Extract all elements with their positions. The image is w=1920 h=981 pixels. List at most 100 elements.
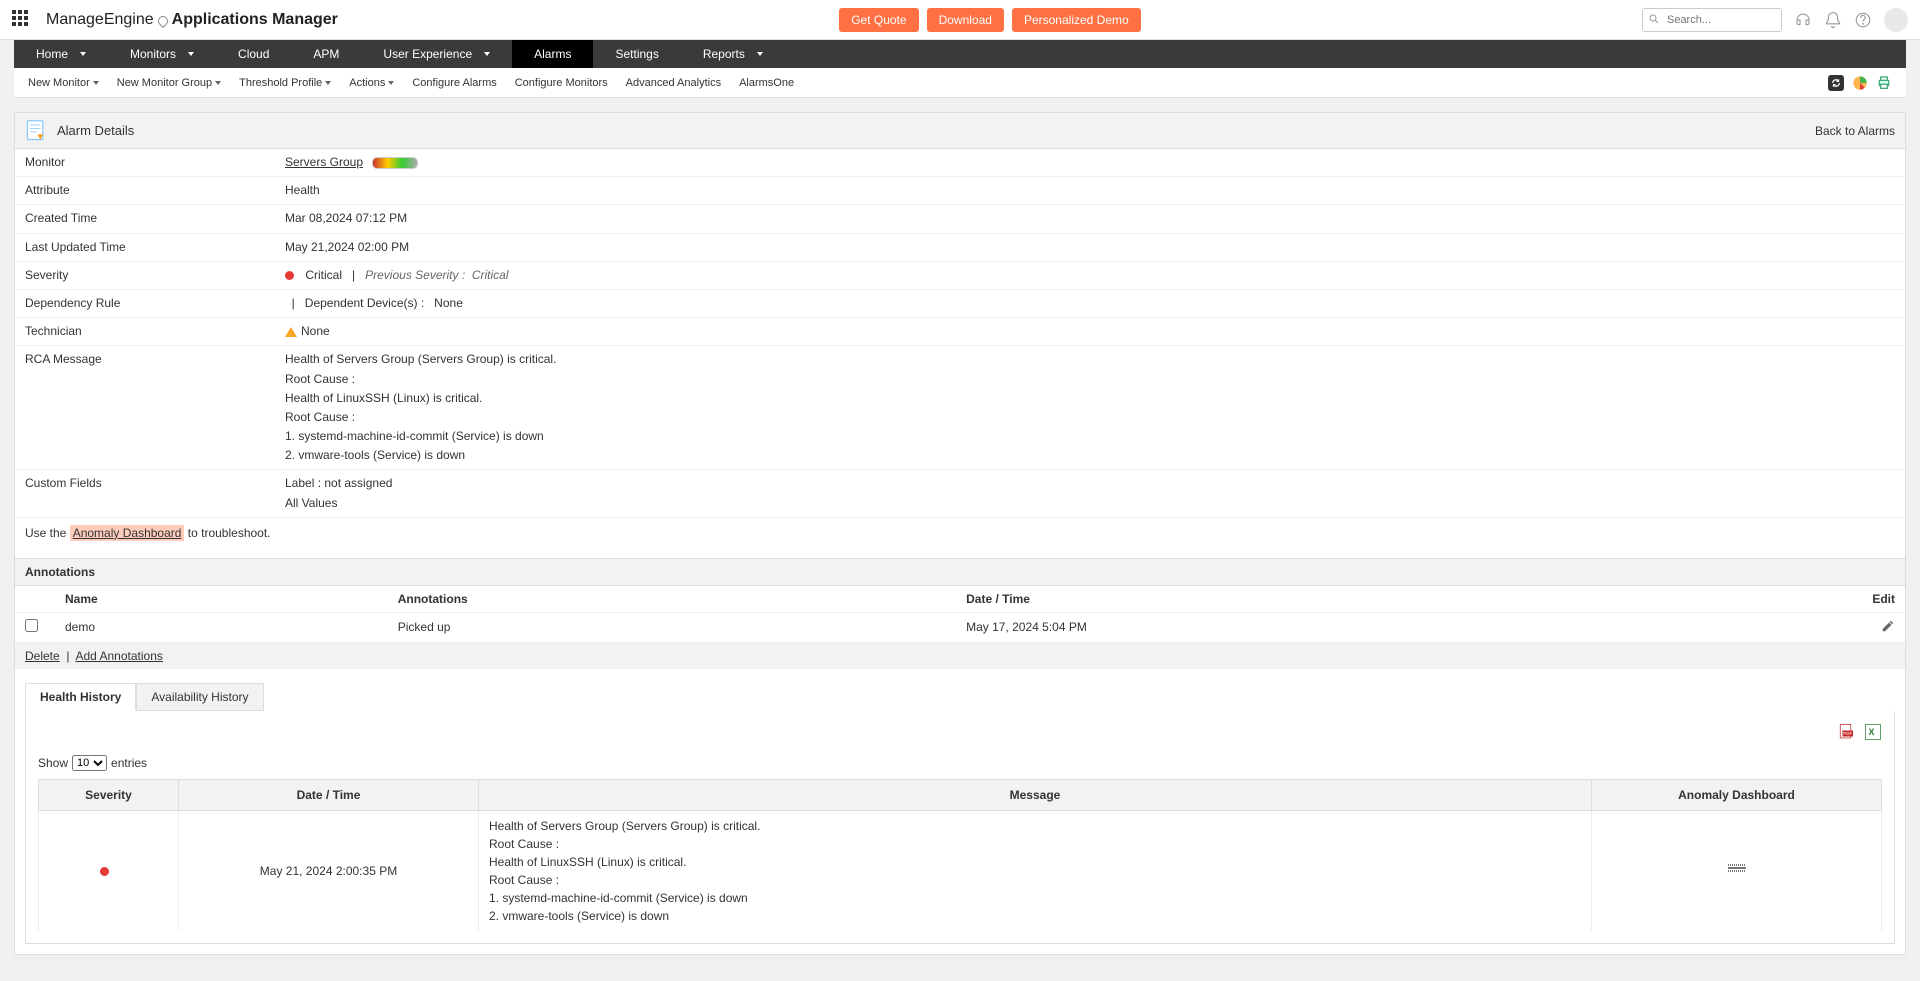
detail-value-severity: Critical | Previous Severity : Critical [285,266,1895,285]
detail-value-updated: May 21,2024 02:00 PM [285,238,1895,257]
chevron-down-icon [325,81,331,85]
annotations-table: Name Annotations Date / Time Edit demoPi… [15,586,1905,643]
col-datetime: Date / Time [956,586,1845,613]
warning-icon [285,327,297,337]
delete-annotation-link[interactable]: Delete [25,649,60,663]
add-annotation-link[interactable]: Add Annotations [75,649,162,663]
detail-label: Created Time [25,209,285,225]
nav-settings[interactable]: Settings [593,40,680,68]
chevron-down-icon [93,81,99,85]
monitor-link[interactable]: Servers Group [285,155,363,169]
tab-availability-history[interactable]: Availability History [136,683,263,711]
annotation-text: Picked up [388,612,956,642]
detail-value-monitor: Servers Group [285,153,1895,172]
detail-value-custom: Label : not assignedAll Values [285,474,1895,512]
chevron-down-icon [484,52,490,56]
brand-product: Applications Manager [172,11,338,29]
export-xls-icon[interactable]: X [1864,723,1882,741]
detail-value-attribute: Health [285,181,1895,200]
nav-apm[interactable]: APM [291,40,361,68]
nav-home[interactable]: Home [14,40,108,68]
history-datetime: May 21, 2024 2:00:35 PM [179,810,479,931]
annotations-header: Annotations [15,558,1905,586]
severity-critical-icon [100,867,109,876]
print-icon[interactable] [1876,75,1892,91]
subnav-configure-alarms[interactable]: Configure Alarms [412,77,496,89]
col-edit: Edit [1845,586,1905,613]
hist-col-anomaly: Anomaly Dashboard [1592,779,1882,810]
export-pdf-icon[interactable]: PDF [1838,723,1856,741]
chart-icon[interactable] [1852,75,1868,91]
search-icon [1648,13,1660,25]
svg-text:X: X [1869,727,1875,737]
chevron-down-icon [80,52,86,56]
anomaly-dashboard-icon[interactable] [1728,862,1746,876]
col-name: Name [55,586,388,613]
anomaly-pre-text: Use the [25,526,66,540]
detail-label: Dependency Rule [25,294,285,310]
search-box [1642,8,1782,32]
search-input[interactable] [1642,8,1782,32]
anomaly-hint: Use the Anomaly Dashboard to troubleshoo… [15,518,1905,548]
tab-health-history[interactable]: Health History [25,683,136,711]
subnav-advanced-analytics[interactable]: Advanced Analytics [626,77,721,89]
refresh-icon[interactable] [1828,75,1844,91]
apps-grid-icon[interactable] [12,10,32,30]
brand-loop-icon [156,13,170,27]
detail-label: Custom Fields [25,474,285,490]
brand-company: ManageEngine [46,11,154,29]
detail-value-technician: None [285,322,1895,341]
user-avatar[interactable] [1884,8,1908,32]
edit-icon[interactable] [1881,619,1895,633]
sub-nav: New Monitor New Monitor Group Threshold Pr… [14,68,1906,98]
chevron-down-icon [757,52,763,56]
hist-col-message: Message [479,779,1592,810]
annotation-checkbox[interactable] [25,619,38,632]
hist-col-datetime: Date / Time [179,779,479,810]
nav-monitors[interactable]: Monitors [108,40,216,68]
subnav-configure-monitors[interactable]: Configure Monitors [515,77,608,89]
alarm-doc-icon [25,119,47,143]
show-label: Show [38,756,68,770]
col-annotations: Annotations [388,586,956,613]
get-quote-button[interactable]: Get Quote [839,8,918,32]
subnav-alarmsone[interactable]: AlarmsOne [739,77,794,89]
detail-value-dependency: | Dependent Device(s) : None [285,294,1895,313]
detail-label: Severity [25,266,285,282]
history-row: May 21, 2024 2:00:35 PMHealth of Servers… [39,810,1882,931]
subnav-threshold-profile[interactable]: Threshold Profile [239,77,331,89]
detail-value-created: Mar 08,2024 07:12 PM [285,209,1895,228]
detail-label: Technician [25,322,285,338]
detail-label: RCA Message [25,350,285,366]
download-button[interactable]: Download [927,8,1004,32]
bell-icon[interactable] [1824,11,1842,29]
nav-alarms[interactable]: Alarms [512,40,593,68]
subnav-actions[interactable]: Actions [349,77,394,89]
chevron-down-icon [388,81,394,85]
page-size-select[interactable]: 10 [72,755,107,771]
brand-logo: ManageEngine Applications Manager [46,11,338,29]
personalized-demo-button[interactable]: Personalized Demo [1012,8,1141,32]
main-nav: HomeMonitorsCloudAPMUser ExperienceAlarm… [14,40,1906,68]
nav-user-experience[interactable]: User Experience [361,40,512,68]
chevron-down-icon [188,52,194,56]
annotation-name: demo [55,612,388,642]
monitor-status-badges[interactable] [372,157,418,169]
help-icon[interactable] [1854,11,1872,29]
detail-label: Monitor [25,153,285,169]
history-message: Health of Servers Group (Servers Group) … [479,810,1592,931]
annotation-datetime: May 17, 2024 5:04 PM [956,612,1845,642]
history-table: Severity Date / Time Message Anomaly Das… [38,779,1882,931]
subnav-new-monitor[interactable]: New Monitor [28,77,99,89]
anomaly-dashboard-link[interactable]: Anomaly Dashboard [70,525,185,541]
detail-value-rca: Health of Servers Group (Servers Group) … [285,350,1895,465]
nav-cloud[interactable]: Cloud [216,40,291,68]
nav-reports[interactable]: Reports [681,40,785,68]
headset-icon[interactable] [1794,11,1812,29]
detail-label: Last Updated Time [25,238,285,254]
annotation-row: demoPicked upMay 17, 2024 5:04 PM [15,612,1905,642]
panel-title: Alarm Details [57,123,134,138]
chevron-down-icon [215,81,221,85]
back-to-alarms-link[interactable]: Back to Alarms [1815,124,1895,138]
subnav-new-monitor-group[interactable]: New Monitor Group [117,77,221,89]
